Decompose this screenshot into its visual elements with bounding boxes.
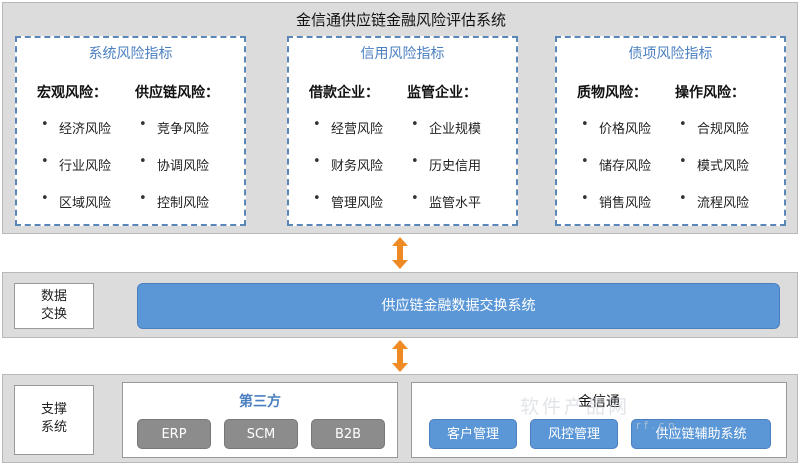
risk-item: 区域风险 xyxy=(37,191,111,229)
risk-item: 销售风险 xyxy=(577,191,651,229)
system-risk-panel: 系统风险指标 宏观风险： 经济风险 行业风险 区域风险 供应链风险： 竞争风险 … xyxy=(15,36,246,226)
third-party-title: 第三方 xyxy=(239,394,281,410)
risk-column: 质物风险： 价格风险 储存风险 销售风险 xyxy=(577,82,651,229)
column-heading: 监管企业： xyxy=(407,85,477,101)
third-party-panel: 第三方 ERP SCM B2B xyxy=(122,382,398,458)
risk-indicator-section: 金信通供应链金融风险评估系统 系统风险指标 宏观风险： 经济风险 行业风险 区域… xyxy=(2,2,798,234)
risk-item: 控制风险 xyxy=(135,191,219,229)
column-heading: 借款企业： xyxy=(309,85,379,101)
risk-column: 供应链风险： 竞争风险 协调风险 控制风险 xyxy=(135,82,219,229)
system-title: 金信通供应链金融风险评估系统 xyxy=(295,11,506,29)
risk-column: 监管企业： 企业规模 历史信用 监管水平 xyxy=(407,82,481,229)
label-line: 系统 xyxy=(40,420,67,435)
label-line: 数据 xyxy=(40,289,67,304)
risk-item: 经营风险 xyxy=(309,117,383,155)
label-line: 交换 xyxy=(40,307,67,322)
risk-item: 流程风险 xyxy=(675,191,749,229)
scm-chip: SCM xyxy=(224,419,298,449)
risk-column: 借款企业： 经营风险 财务风险 管理风险 xyxy=(309,82,383,229)
risk-item: 合规风险 xyxy=(675,117,749,155)
risk-item: 经济风险 xyxy=(37,117,111,155)
risk-item: 竞争风险 xyxy=(135,117,219,155)
panel-title: 信用风险指标 xyxy=(360,46,445,62)
panel-title: 债项风险指标 xyxy=(628,46,713,62)
risk-column: 宏观风险： 经济风险 行业风险 区域风险 xyxy=(37,82,111,229)
risk-item: 模式风险 xyxy=(675,154,749,192)
b2b-chip: B2B xyxy=(311,419,385,449)
jinxintong-panel: 金信通 客户管理 风控管理 供应链辅助系统 xyxy=(411,382,787,458)
risk-item: 财务风险 xyxy=(309,154,383,192)
support-system-label: 支撑 系统 xyxy=(14,385,94,455)
risk-column: 操作风险： 合规风险 模式风险 流程风险 xyxy=(675,82,749,229)
column-heading: 供应链风险： xyxy=(135,85,219,101)
risk-item: 价格风险 xyxy=(577,117,651,155)
risk-item: 储存风险 xyxy=(577,154,651,192)
supply-chain-assist-chip: 供应链辅助系统 xyxy=(631,419,771,449)
risk-item: 历史信用 xyxy=(407,154,481,192)
panel-title: 系统风险指标 xyxy=(88,46,173,62)
risk-item: 协调风险 xyxy=(135,154,219,192)
label-line: 支撑 xyxy=(40,402,67,417)
data-exchange-label: 数据 交换 xyxy=(14,283,94,329)
risk-item: 管理风险 xyxy=(309,191,383,229)
risk-item: 监管水平 xyxy=(407,191,481,229)
column-heading: 操作风险： xyxy=(675,85,745,101)
credit-risk-panel: 信用风险指标 借款企业： 经营风险 财务风险 管理风险 监管企业： 企业规模 历… xyxy=(287,36,518,226)
erp-chip: ERP xyxy=(137,419,211,449)
data-exchange-system-bar: 供应链金融数据交换系统 xyxy=(137,283,780,329)
double-arrow-icon xyxy=(392,340,408,372)
customer-management-chip: 客户管理 xyxy=(429,419,517,449)
risk-item: 行业风险 xyxy=(37,154,111,192)
debt-risk-panel: 债项风险指标 质物风险： 价格风险 储存风险 销售风险 操作风险： 合规风险 模… xyxy=(555,36,786,226)
jinxintong-title: 金信通 xyxy=(578,394,620,410)
risk-item: 企业规模 xyxy=(407,117,481,155)
risk-control-chip: 风控管理 xyxy=(530,419,618,449)
double-arrow-icon xyxy=(392,237,408,269)
column-heading: 质物风险： xyxy=(577,85,647,101)
column-heading: 宏观风险： xyxy=(37,85,107,101)
